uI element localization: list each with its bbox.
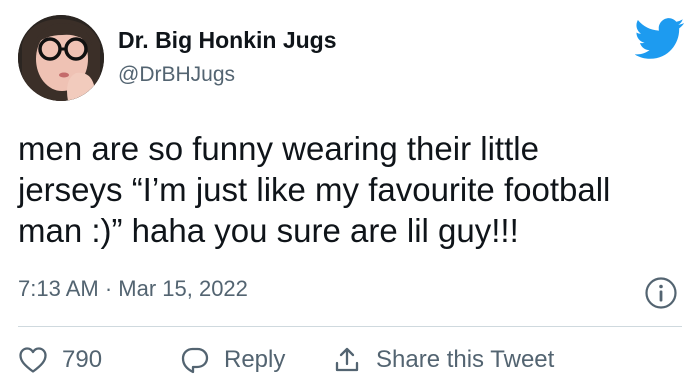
reply-label: Reply [224, 346, 286, 373]
share-button[interactable]: Share this Tweet [332, 340, 554, 380]
heart-icon [19, 347, 47, 373]
tweet-text: men are so funny wearing their little je… [18, 128, 690, 251]
reply-button[interactable]: Reply [180, 340, 285, 380]
author-name[interactable]: Dr. Big Honkin Jugs [118, 27, 337, 54]
share-label: Share this Tweet [376, 346, 555, 373]
divider [18, 326, 682, 327]
avatar-image [18, 15, 104, 101]
tweet-timestamp[interactable]: 7:13 AM · Mar 15, 2022 [18, 276, 248, 302]
tweet-text-line: jerseys “I’m just like my favourite foot… [18, 171, 611, 208]
tweet-card: Dr. Big Honkin Jugs @DrBHJugs men are so… [0, 0, 700, 382]
tweet-text-line: men are so funny wearing their little [18, 130, 539, 167]
tweet-text-line: man :)” haha you sure are lil guy!!! [18, 212, 519, 249]
author-handle[interactable]: @DrBHJugs [118, 63, 235, 87]
tweet-actions: 790 Reply Share this Tweet [18, 340, 682, 380]
like-count: 790 [62, 346, 103, 373]
like-button[interactable]: 790 [18, 340, 102, 380]
avatar[interactable] [18, 15, 104, 101]
share-upload-icon [335, 347, 359, 372]
speech-bubble-icon [181, 347, 209, 374]
info-icon[interactable] [644, 276, 678, 310]
twitter-bird-icon[interactable] [635, 18, 685, 60]
